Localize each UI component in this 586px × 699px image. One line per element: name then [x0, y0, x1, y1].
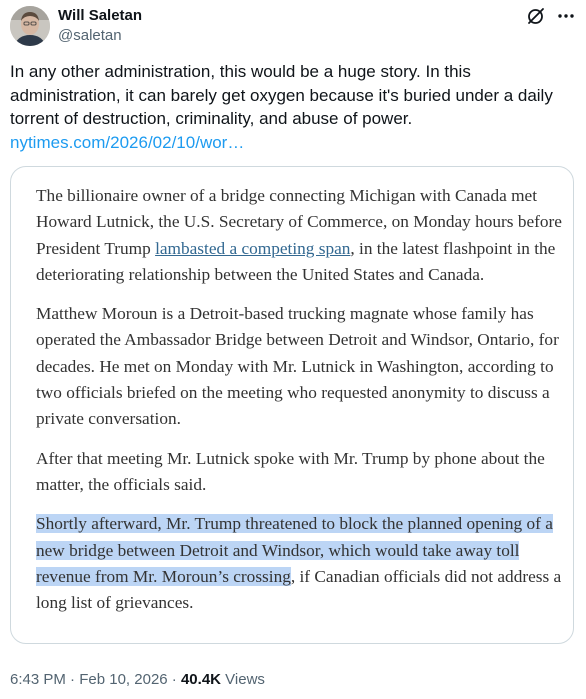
meta-separator-2: · — [167, 671, 181, 688]
tweet-date[interactable]: Feb 10, 2026 — [79, 671, 167, 688]
author-display-name[interactable]: Will Saletan — [58, 6, 142, 26]
article-paragraph-3: After that meeting Mr. Lutnick spoke wit… — [36, 448, 545, 494]
tweet-link[interactable]: nytimes.com/2026/02/10/wor… — [10, 131, 570, 155]
article-excerpt: The billionaire owner of a bridge connec… — [36, 183, 566, 629]
meta-separator: · — [65, 671, 80, 688]
more-icon[interactable] — [556, 6, 576, 26]
views-label: Views — [221, 671, 265, 688]
author-handle[interactable]: @saletan — [58, 26, 142, 46]
article-paragraph-1: The billionaire owner of a bridge connec… — [36, 183, 566, 288]
article-paragraph-2: Matthew Moroun is a Detroit-based trucki… — [36, 304, 559, 429]
views-count: 40.4K — [180, 671, 221, 688]
tweet-time[interactable]: 6:43 PM — [10, 671, 66, 688]
tweet-header: Will Saletan @saletan — [10, 4, 576, 50]
tweet-body: In any other administration, this would … — [10, 60, 570, 154]
article-screenshot-card[interactable]: The billionaire owner of a bridge connec… — [10, 166, 574, 644]
grok-icon[interactable] — [526, 6, 546, 26]
article-inline-link: lambasted a competing span — [155, 238, 351, 258]
avatar[interactable] — [10, 6, 50, 46]
article-paragraph-4: Shortly afterward, Mr. Trump threatened … — [36, 511, 566, 616]
author-names: Will Saletan @saletan — [58, 6, 142, 46]
tweet-text: In any other administration, this would … — [10, 62, 553, 128]
tweet-meta: 6:43 PM · Feb 10, 2026 · 40.4K Views — [10, 670, 265, 690]
